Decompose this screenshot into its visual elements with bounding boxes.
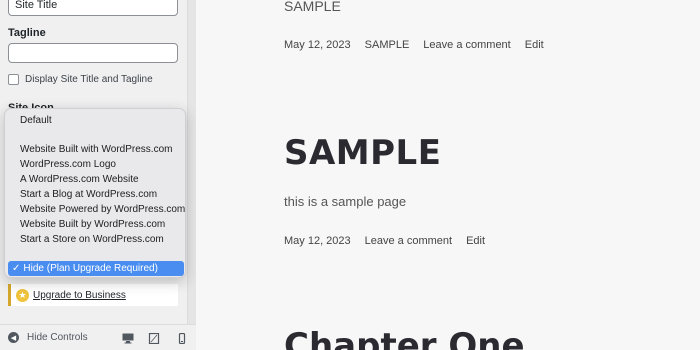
dropdown-option[interactable]: WordPress.com Logo (20, 159, 116, 170)
dropdown-option-selected[interactable]: ✓ Hide (Plan Upgrade Required) (8, 261, 184, 276)
dropdown-option[interactable]: Website Built with WordPress.com (20, 144, 172, 155)
post-date[interactable]: May 12, 2023 (284, 39, 351, 51)
dropdown-option[interactable]: Website Built by WordPress.com (20, 219, 165, 230)
tablet-icon[interactable] (148, 333, 160, 344)
tagline-label: Tagline (8, 27, 46, 39)
footer-credit-dropdown[interactable]: Default Website Built with WordPress.com… (4, 108, 186, 278)
upgrade-link[interactable]: Upgrade to Business (33, 290, 126, 301)
dropdown-option[interactable]: Start a Blog at WordPress.com (20, 189, 157, 200)
upgrade-notice: ★ Upgrade to Business (8, 284, 178, 306)
leave-comment-link[interactable]: Leave a comment (423, 39, 510, 51)
post-meta: May 12, 2023 Leave a comment Edit (284, 235, 485, 247)
post-title-top[interactable]: SAMPLE (284, 0, 341, 14)
dropdown-option[interactable]: Start a Store on WordPress.com (20, 234, 164, 245)
sidebar-scrollbar[interactable] (188, 0, 196, 350)
dropdown-option[interactable]: A WordPress.com Website (20, 174, 139, 185)
edit-link[interactable]: Edit (466, 235, 485, 247)
post-date[interactable]: May 12, 2023 (284, 235, 351, 247)
display-title-checkbox[interactable] (8, 74, 19, 85)
post-meta: May 12, 2023 SAMPLE Leave a comment Edit (284, 39, 544, 51)
post-body: this is a sample page (284, 194, 407, 209)
dropdown-option[interactable]: Default (20, 115, 52, 126)
edit-link[interactable]: Edit (525, 39, 544, 51)
next-post-heading[interactable]: Chapter One (284, 326, 525, 350)
tagline-input[interactable] (8, 43, 178, 63)
selected-option-label: Hide (Plan Upgrade Required) (23, 263, 158, 274)
checkmark-icon: ✓ (12, 263, 21, 274)
display-title-label: Display Site Title and Tagline (25, 74, 153, 85)
leave-comment-link[interactable]: Leave a comment (365, 235, 452, 247)
site-title-input[interactable]: Site Title (8, 0, 178, 16)
post-category[interactable]: SAMPLE (365, 39, 410, 51)
display-title-row[interactable]: Display Site Title and Tagline (8, 74, 153, 85)
customizer-footer: ◀ Hide Controls (0, 324, 196, 350)
star-icon: ★ (16, 288, 29, 302)
hide-controls-icon[interactable]: ◀ (8, 332, 19, 343)
dropdown-option[interactable]: Website Powered by WordPress.com (20, 204, 185, 215)
site-preview: SAMPLE May 12, 2023 SAMPLE Leave a comme… (196, 0, 700, 350)
post-heading[interactable]: SAMPLE (284, 133, 441, 173)
mobile-icon[interactable] (176, 333, 188, 344)
desktop-icon[interactable] (122, 333, 134, 344)
hide-controls-button[interactable]: Hide Controls (27, 332, 88, 343)
